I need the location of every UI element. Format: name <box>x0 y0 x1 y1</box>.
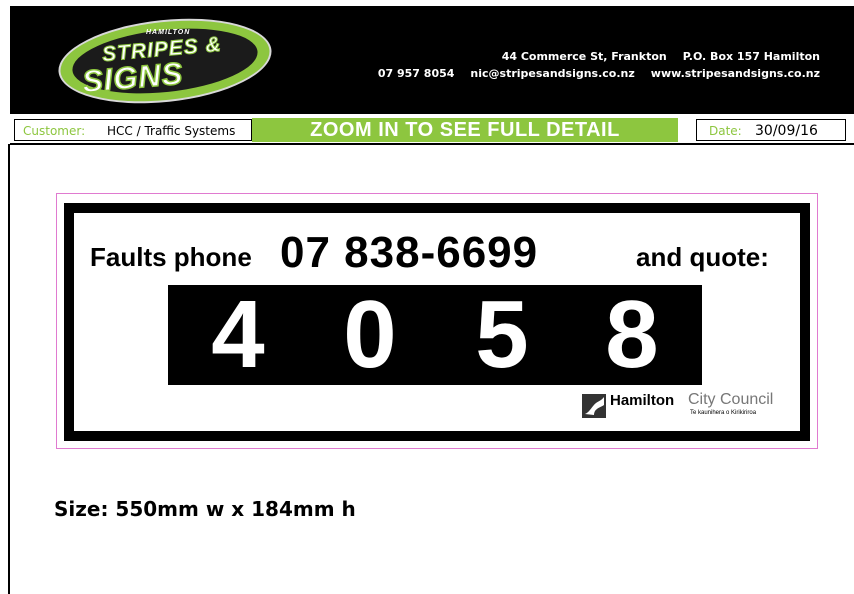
proof-info-bar: Customer: HCC / Traffic Systems ZOOM IN … <box>10 117 854 145</box>
sign-size-text: Size: 550mm w x 184mm h <box>54 497 356 521</box>
customer-box: Customer: HCC / Traffic Systems <box>14 119 252 141</box>
stripes-and-signs-logo: HAMILTON STRIPES & SIGNS <box>54 9 276 113</box>
phone-text: 07 957 8054 <box>377 67 455 80</box>
left-border-line <box>8 144 10 594</box>
code-digit: 8 <box>605 281 659 388</box>
email-link[interactable]: nic@stripesandsigns.co.nz <box>470 67 634 80</box>
date-box: Date: 30/09/16 <box>696 119 846 141</box>
sign-panel: Faults phone 07 838-6699 and quote: 4 0 … <box>74 213 800 431</box>
council-city-text: City Council <box>688 391 774 408</box>
sign-artwork: Faults phone 07 838-6699 and quote: 4 0 … <box>64 203 810 441</box>
customer-label: Customer: <box>23 124 86 138</box>
po-box-text: P.O. Box 157 Hamilton <box>682 50 820 63</box>
contact-address-line: 44 Commerce St, Frankton P.O. Box 157 Ham… <box>502 50 820 63</box>
contact-details-line: 07 957 8054 nic@stripesandsigns.co.nz www.… <box>378 67 820 80</box>
customer-value: HCC / Traffic Systems <box>107 124 236 138</box>
council-mark-icon <box>582 394 606 418</box>
header-banner: HAMILTON STRIPES & SIGNS 44 Commerce St,… <box>10 6 854 114</box>
logo-small-text: HAMILTON <box>146 29 191 36</box>
faults-phone-label: Faults phone <box>90 242 252 272</box>
date-value: 30/09/16 <box>755 123 818 139</box>
code-digit: 4 <box>211 281 265 388</box>
council-subtitle-text: Te kaunihera o Kirikiriroa <box>690 410 757 416</box>
quote-label: and quote: <box>636 242 769 272</box>
code-digit: 0 <box>343 281 397 388</box>
reference-code-box: 4 0 5 8 <box>168 285 702 385</box>
date-label: Date: <box>709 124 742 138</box>
hamilton-city-council-logo: Hamilton City Council Te kaunihera o Kir… <box>574 388 786 424</box>
council-name-text: Hamilton <box>610 392 675 409</box>
zoom-banner: ZOOM IN TO SEE FULL DETAIL <box>252 118 678 142</box>
faults-phone-number: 07 838-6699 <box>280 228 539 277</box>
code-digit: 5 <box>475 281 529 388</box>
website-link[interactable]: www.stripesandsigns.co.nz <box>651 67 820 80</box>
address-text: 44 Commerce St, Frankton <box>501 50 667 63</box>
